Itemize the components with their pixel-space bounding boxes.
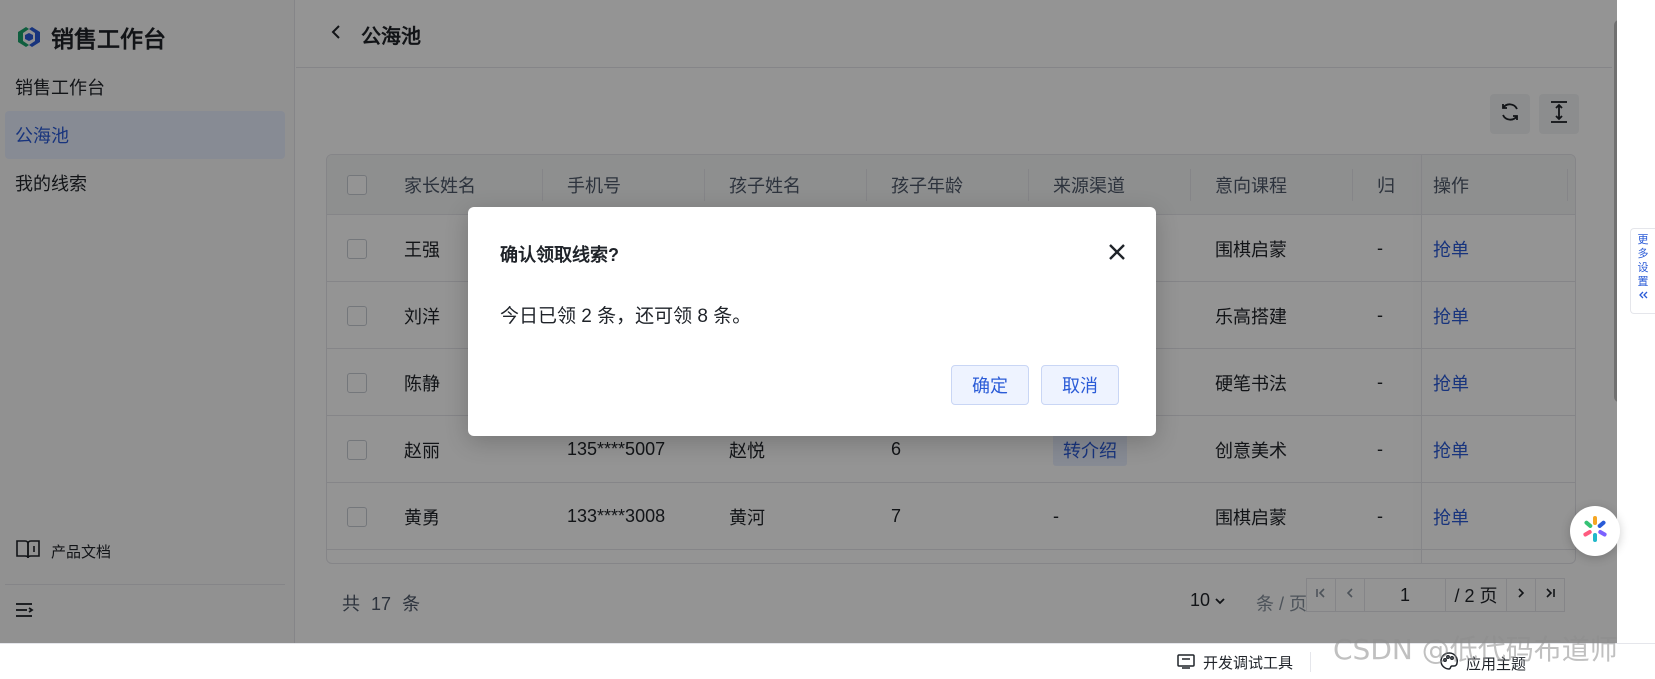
confirm-button[interactable]: 确定	[951, 365, 1029, 405]
confirm-dialog: 确认领取线索? 今日已领 2 条，还可领 8 条。 确定 取消	[468, 207, 1156, 436]
more-settings-tab[interactable]: 更多设置	[1630, 228, 1655, 314]
bottom-bar-divider	[1310, 652, 1311, 672]
more-settings-label: 更多设置	[1637, 234, 1649, 288]
dev-tools-button[interactable]: 开发调试工具	[1177, 652, 1293, 673]
dev-tools-icon	[1177, 653, 1195, 673]
cancel-button[interactable]: 取消	[1041, 365, 1119, 405]
dev-tools-label: 开发调试工具	[1203, 655, 1294, 672]
dialog-message: 今日已领 2 条，还可领 8 条。	[500, 306, 752, 327]
double-chevron-left-icon	[1638, 290, 1648, 302]
ai-assistant-button[interactable]	[1570, 506, 1620, 556]
close-icon[interactable]	[1108, 243, 1126, 266]
dialog-title: 确认领取线索?	[500, 245, 619, 265]
assistant-icon	[1580, 514, 1610, 549]
watermark-text: CSDN @低代码布道师	[1333, 633, 1618, 666]
app-window: 销售工作台 销售工作台 公海池 我的线索 产品文档 公海池 家长姓名 手机号 孩…	[0, 0, 1617, 643]
